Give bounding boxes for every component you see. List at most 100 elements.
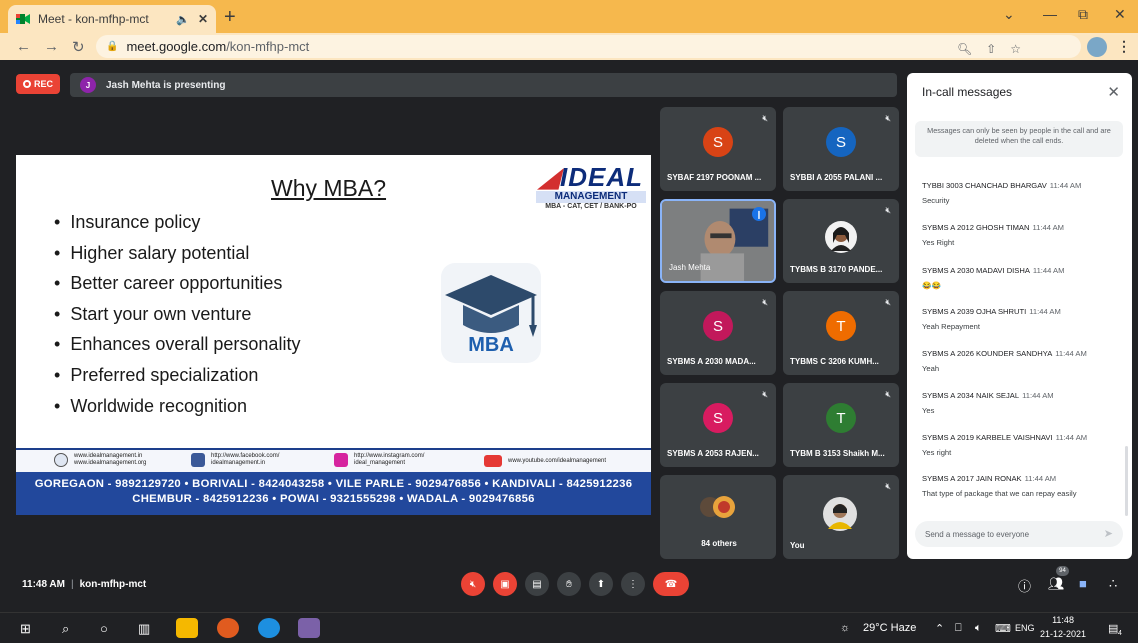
mic-off-icon: 🔇︎ bbox=[885, 297, 891, 307]
back-icon[interactable]: ← bbox=[16, 38, 31, 55]
taskbar-clock[interactable]: 11:48 21-12-2021 bbox=[1040, 613, 1086, 641]
close-icon[interactable]: ✕ bbox=[1107, 83, 1120, 101]
participant-name: TYBM B 3153 Shaikh M... bbox=[790, 449, 885, 458]
forward-icon[interactable]: → bbox=[44, 38, 59, 55]
lock-icon[interactable]: 🔒 bbox=[106, 41, 118, 52]
tab-close-icon[interactable]: ✕ bbox=[198, 12, 208, 26]
people-icon[interactable]: 👥︎ bbox=[1048, 576, 1065, 592]
task-view-icon[interactable]: ▥ bbox=[138, 621, 150, 637]
restore-button[interactable]: ⧉ bbox=[1078, 6, 1088, 23]
zoom-icon[interactable]: 🔍︎ bbox=[957, 42, 972, 56]
chat-privacy-note: Messages can only be seen by people in t… bbox=[915, 121, 1123, 157]
more-options-button[interactable]: ⋮ bbox=[621, 572, 645, 596]
recording-badge: REC bbox=[16, 74, 60, 94]
instagram-link: http://www.instagram.com/ideal_managemen… bbox=[334, 453, 424, 467]
search-icon[interactable]: ⌕ bbox=[62, 621, 69, 637]
activities-icon[interactable]: ∴ bbox=[1109, 576, 1117, 592]
participant-tile[interactable]: 🔇︎ S SYBBI A 2055 PALANI ... bbox=[783, 107, 899, 191]
slide-bullet: Worldwide recognition bbox=[54, 391, 300, 422]
svg-text:MBA: MBA bbox=[468, 334, 514, 356]
chat-input-placeholder: Send a message to everyone bbox=[925, 529, 1030, 539]
self-tile[interactable]: 🔇︎ You bbox=[783, 475, 899, 559]
chrome-profile-app-icon[interactable] bbox=[298, 618, 320, 638]
message-text: Security bbox=[922, 196, 950, 205]
meet-favicon-icon bbox=[16, 13, 30, 25]
presenter-text: Jash Mehta is presenting bbox=[106, 79, 226, 91]
leave-call-button[interactable]: ☎︎ bbox=[653, 572, 689, 596]
slide-bullet: Better career opportunities bbox=[54, 268, 300, 299]
volume-icon[interactable]: 🔈︎ bbox=[975, 622, 982, 635]
bookmark-star-icon[interactable]: ☆ bbox=[1010, 42, 1021, 56]
participant-tile[interactable]: 🔇︎ TYBMS B 3170 PANDE... bbox=[783, 199, 899, 283]
address-bar[interactable]: 🔒 meet.google.com /kon-mfhp-mct 🔍︎ ⇧ ☆ bbox=[96, 35, 1081, 58]
mic-toggle-button[interactable]: 🔇︎ bbox=[461, 572, 485, 596]
language-indicator[interactable]: ENG bbox=[1015, 623, 1035, 633]
weather-text[interactable]: 29°C Haze bbox=[863, 622, 916, 634]
close-window-button[interactable]: ✕ bbox=[1114, 6, 1126, 23]
message-time: 11:44 AM bbox=[1024, 474, 1057, 483]
camera-toggle-button[interactable]: ▣ bbox=[493, 572, 517, 596]
tab-audio-icon[interactable]: 🔈 bbox=[176, 13, 190, 26]
show-hidden-icons[interactable]: ⌃ bbox=[935, 622, 944, 635]
participant-name: TYBMS C 3206 KUMH... bbox=[790, 357, 879, 366]
participant-tile[interactable]: 🔇︎ S SYBAF 2197 POONAM ... bbox=[660, 107, 776, 191]
cortana-icon[interactable]: ○ bbox=[100, 621, 108, 636]
message-sender: SYBMS A 2030 MADAVI DISHA bbox=[922, 266, 1030, 275]
clock-time: 11:48 bbox=[1052, 615, 1074, 625]
network-icon[interactable]: ⎕ bbox=[955, 622, 962, 635]
speaking-indicator-icon: ❙ bbox=[752, 207, 766, 221]
participant-tile[interactable]: 🔇︎ T TYBMS C 3206 KUMH... bbox=[783, 291, 899, 375]
edge-app-icon[interactable] bbox=[258, 618, 280, 638]
message-text: Yes right bbox=[922, 448, 952, 457]
minimize-button[interactable]: — bbox=[1043, 6, 1057, 22]
participant-tile[interactable]: 🔇︎ T TYBM B 3153 Shaikh M... bbox=[783, 383, 899, 467]
message-sender: SYBMS A 2026 KOUNDER SANDHYA bbox=[922, 349, 1053, 358]
send-icon[interactable]: ➤ bbox=[1104, 527, 1113, 540]
profile-avatar[interactable] bbox=[1087, 37, 1107, 57]
message-text: 😂😂 bbox=[922, 281, 941, 290]
present-button[interactable]: ⬆ bbox=[589, 572, 613, 596]
message-sender: TYBBI 3003 CHANCHAD BHARGAV bbox=[922, 181, 1047, 190]
share-icon[interactable]: ⇧ bbox=[986, 42, 996, 56]
message-sender: SYBMS A 2019 KARBELE VAISHNAVI bbox=[922, 433, 1053, 442]
mic-off-icon: 🔇︎ bbox=[885, 113, 891, 123]
message-time: 11:44 AM bbox=[1055, 349, 1087, 358]
participant-avatar: T bbox=[826, 311, 856, 341]
chat-message: TYBBI 3003 CHANCHAD BHARGAV 11:44 AM Secu… bbox=[922, 181, 1122, 205]
hand-icon: ✋︎ bbox=[566, 578, 572, 590]
chrome-app-icon[interactable] bbox=[217, 618, 239, 638]
tab-search-icon[interactable]: ⌄ bbox=[1003, 6, 1015, 23]
chat-message-input[interactable]: Send a message to everyone ➤ bbox=[915, 521, 1123, 547]
meeting-code: kon-mfhp-mct bbox=[79, 579, 147, 590]
participant-name: You bbox=[790, 541, 805, 550]
message-sender: SYBMS A 2039 OJHA SHRUTI bbox=[922, 307, 1027, 316]
keyboard-icon[interactable]: ⌨ bbox=[995, 622, 1011, 635]
clock-date: 21-12-2021 bbox=[1040, 629, 1087, 639]
raise-hand-button[interactable]: ✋︎ bbox=[557, 572, 581, 596]
others-tile[interactable]: 84 others bbox=[660, 475, 776, 559]
meeting-info-icon[interactable]: ⓘ bbox=[1018, 576, 1031, 595]
chat-message: SYBMS A 2034 NAIK SEJAL 11:44 AM Yes bbox=[922, 391, 1122, 415]
browser-tab[interactable]: Meet - kon-mfhp-mct 🔈 ✕ bbox=[8, 5, 216, 33]
message-time: 11:44 AM bbox=[1022, 391, 1054, 400]
weather-icon[interactable]: ☼ bbox=[840, 622, 850, 634]
file-explorer-icon[interactable] bbox=[176, 618, 198, 638]
participant-tile[interactable]: 🔇︎ S SYBMS A 2030 MADA... bbox=[660, 291, 776, 375]
chat-scrollbar[interactable] bbox=[1125, 446, 1128, 516]
reload-icon[interactable]: ↻ bbox=[72, 38, 85, 56]
browser-menu-icon[interactable]: ⋮ bbox=[1117, 38, 1131, 55]
captions-button[interactable]: ▤ bbox=[525, 572, 549, 596]
participant-name: SYBBI A 2055 PALANI ... bbox=[790, 173, 883, 182]
present-icon: ⬆ bbox=[596, 578, 606, 590]
participant-name: SYBMS A 2053 RAJEN... bbox=[667, 449, 759, 458]
chat-icon[interactable]: ■ bbox=[1079, 576, 1087, 591]
notification-icon[interactable]: ▤ bbox=[1108, 622, 1118, 635]
presentation-slide: Why MBA? ◢IDEAL MANAGEMENT MBA - CAT, CE… bbox=[16, 155, 651, 515]
chat-message: SYBMS A 2012 GHOSH TIMAN 11:44 AM Yes Rig… bbox=[922, 223, 1122, 247]
slide-bullet: Insurance policy bbox=[54, 207, 300, 238]
mic-off-icon: 🔇︎ bbox=[762, 389, 768, 399]
windows-start-icon[interactable]: ⊞ bbox=[20, 621, 31, 637]
new-tab-button[interactable]: + bbox=[224, 6, 236, 29]
participant-tile[interactable]: 🔇︎ S SYBMS A 2053 RAJEN... bbox=[660, 383, 776, 467]
participant-tile-presenter[interactable]: ❙ Jash Mehta bbox=[660, 199, 776, 283]
